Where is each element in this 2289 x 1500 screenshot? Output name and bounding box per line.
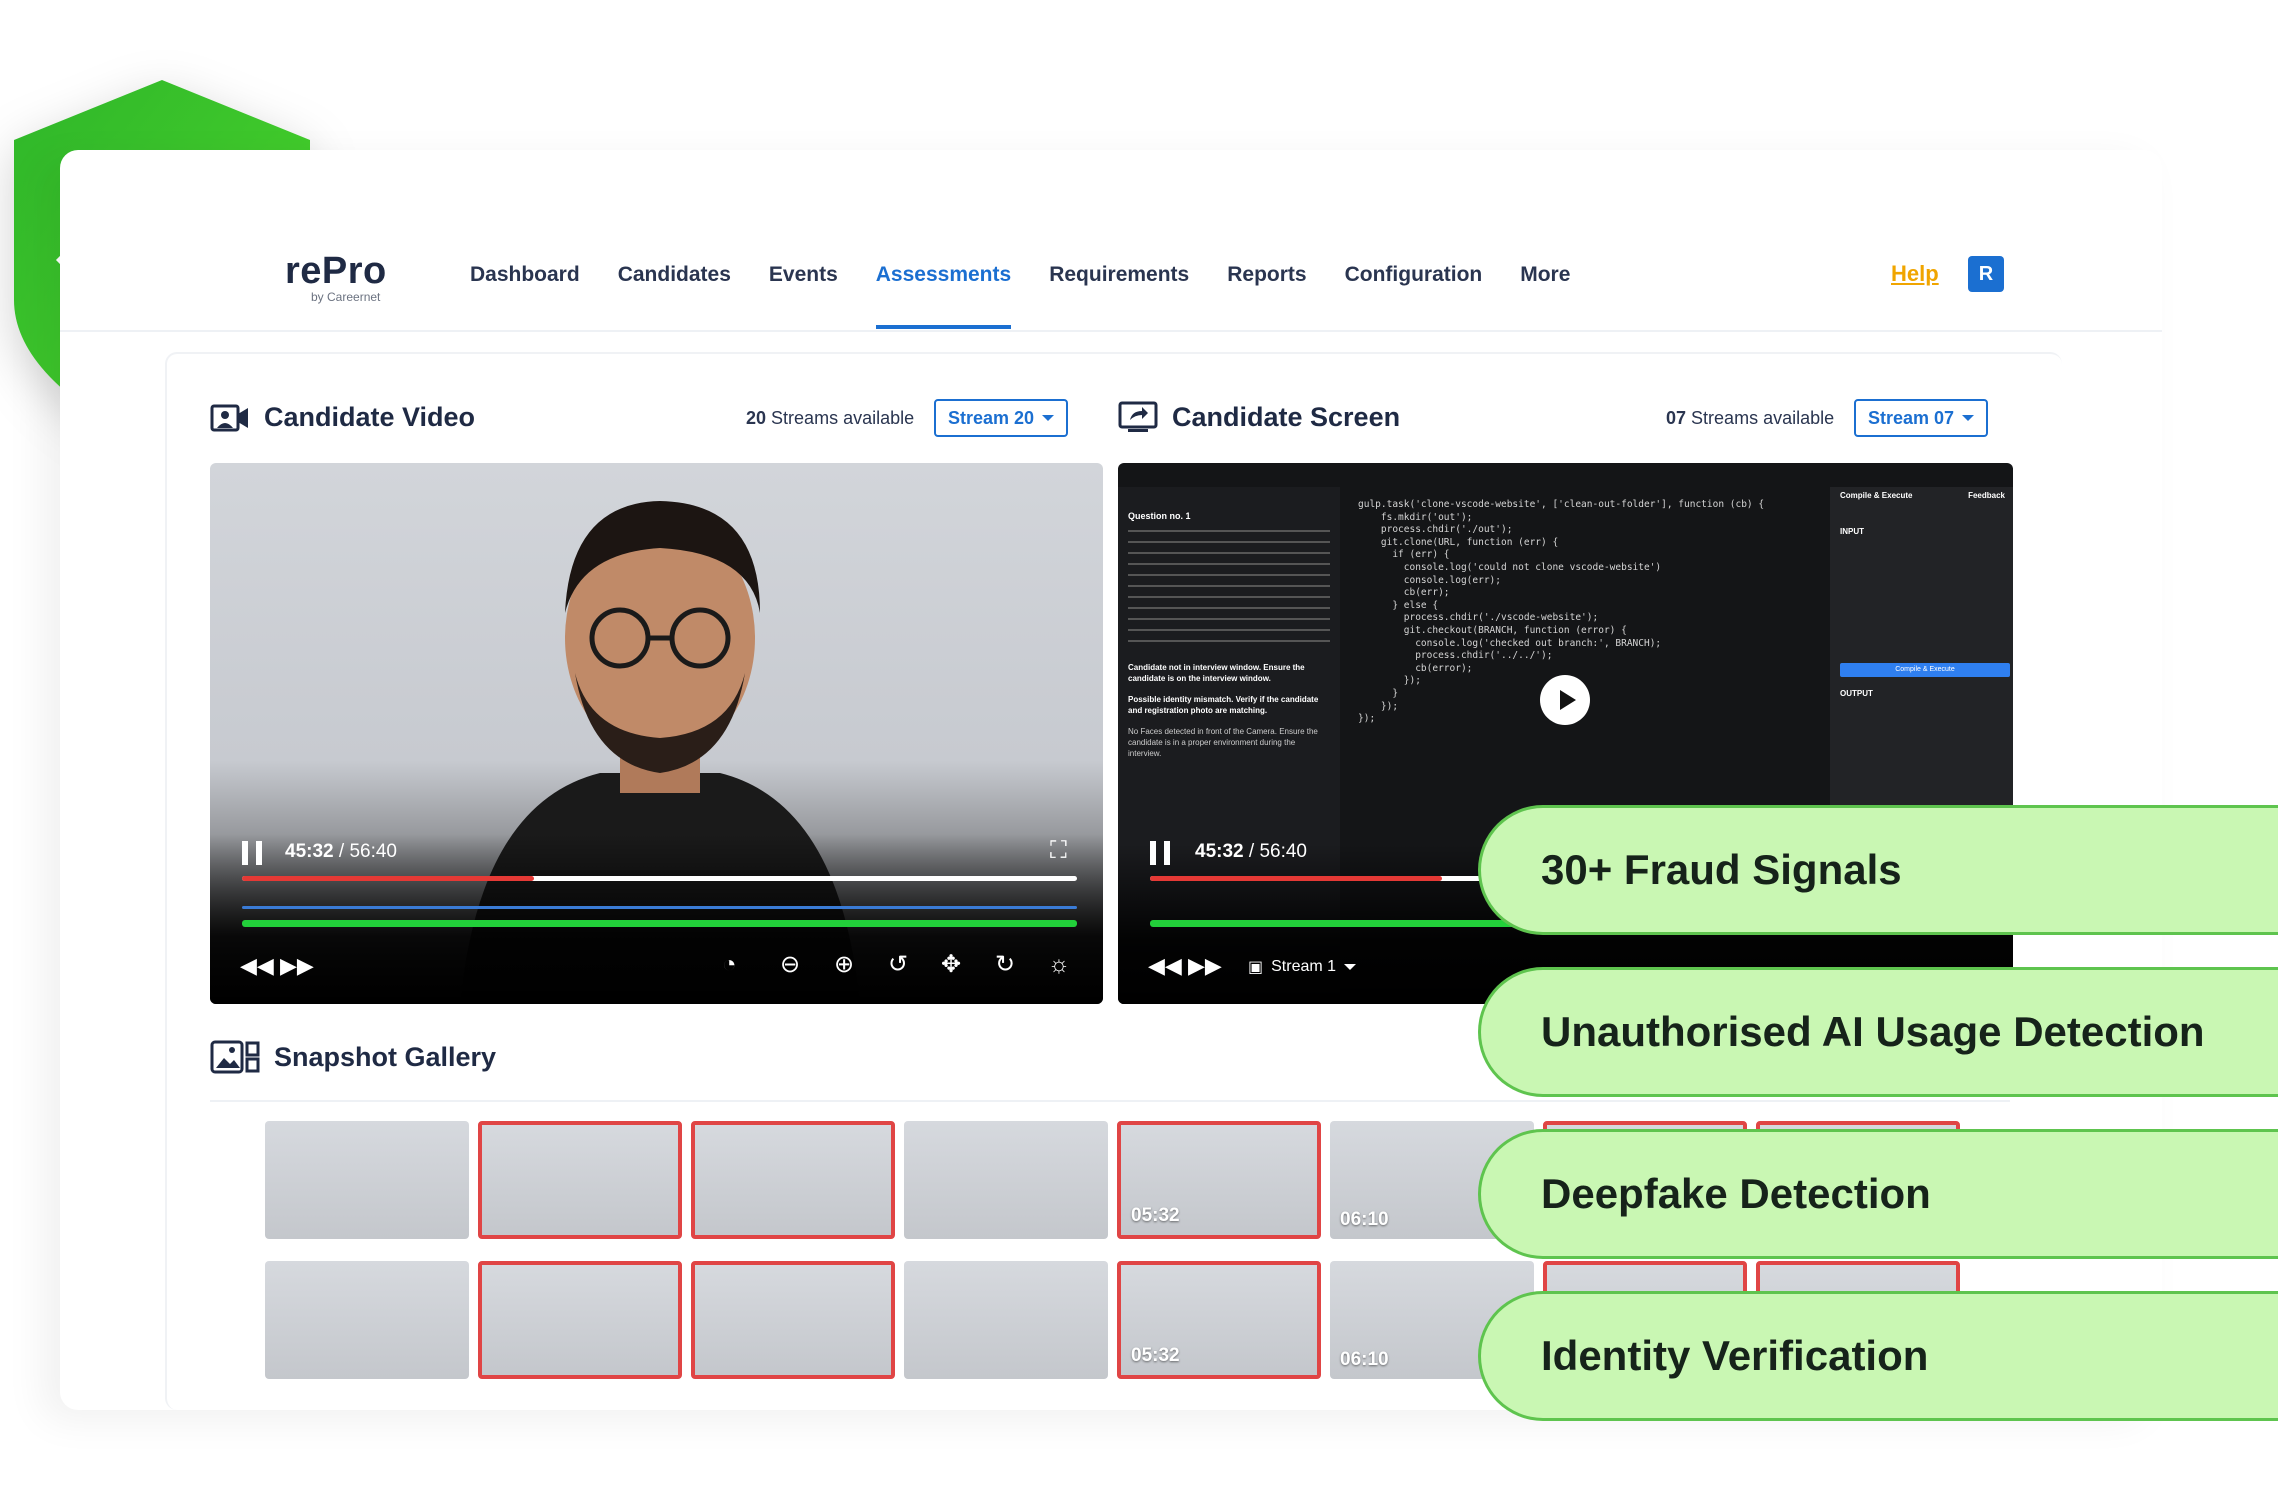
snapshot-gallery-header: Snapshot Gallery xyxy=(210,1040,496,1074)
video-time-total: / 56:40 xyxy=(338,841,397,862)
zoom-out-icon[interactable]: ⊖ xyxy=(780,953,800,977)
activity-timeline[interactable] xyxy=(242,920,1077,927)
screen-streams-count: 07 xyxy=(1666,408,1687,428)
run-panel: Compile & Execute Feedback INPUT Compile… xyxy=(1830,487,2013,827)
snapshot-thumb-flagged[interactable]: 05:32 xyxy=(1117,1261,1321,1379)
gallery-icon xyxy=(210,1040,260,1074)
screen-stream-label: Stream 1 xyxy=(1271,958,1337,975)
snapshot-thumb-flagged[interactable] xyxy=(478,1121,682,1239)
rotate-left-icon[interactable]: ↺ xyxy=(888,953,908,977)
output-label: OUTPUT xyxy=(1840,689,1873,698)
screen-time: 45:32 / 56:40 xyxy=(1195,841,1307,863)
callout-ai-usage: Unauthorised AI Usage Detection xyxy=(1478,967,2278,1097)
callout-identity: Identity Verification xyxy=(1478,1291,2278,1421)
video-stream-select[interactable]: Stream 20 xyxy=(934,399,1069,437)
zoom-in-icon[interactable]: ⊕ xyxy=(834,953,854,977)
snapshot-gallery-title: Snapshot Gallery xyxy=(274,1041,497,1072)
alert-not-in-window: Candidate not in interview window. Ensur… xyxy=(1128,663,1305,683)
candidate-screen-header: Candidate Screen xyxy=(1118,400,1400,434)
fast-forward-icon[interactable]: ▶▶ xyxy=(280,955,314,977)
callout-ai-usage-label: Unauthorised AI Usage Detection xyxy=(1541,1008,2205,1055)
screen-time-total: / 56:40 xyxy=(1248,841,1307,862)
pause-button[interactable] xyxy=(242,841,262,865)
alert-identity-mismatch: Possible identity mismatch. Verify if th… xyxy=(1128,695,1319,715)
move-icon[interactable]: ✥ xyxy=(941,953,961,977)
video-streams-text: Streams available xyxy=(771,408,915,428)
video-time: 45:32 / 56:40 xyxy=(285,841,397,863)
video-streams-available: 20 Streams available xyxy=(746,408,914,429)
top-navigation: rePro by Careernet Dashboard Candidates … xyxy=(60,150,2162,332)
snapshot-thumb[interactable] xyxy=(904,1121,1108,1239)
screen-pause-button[interactable] xyxy=(1150,841,1170,865)
screen-stream-switcher[interactable]: ▣ Stream 1 xyxy=(1248,957,1357,977)
compile-tab[interactable]: Compile & Execute xyxy=(1840,491,1912,500)
brightness-icon[interactable]: ☼ xyxy=(1048,953,1070,977)
screen-rewind-icon[interactable]: ◀◀ xyxy=(1148,955,1182,977)
nav-reports[interactable]: Reports xyxy=(1227,263,1306,329)
snapshot-thumb-flagged[interactable] xyxy=(691,1121,895,1239)
video-time-current: 45:32 xyxy=(285,841,334,862)
snapshot-thumb[interactable] xyxy=(904,1261,1108,1379)
snapshot-thumb[interactable] xyxy=(265,1261,469,1379)
play-button[interactable] xyxy=(1540,675,1590,725)
candidate-screen-title: Candidate Screen xyxy=(1172,401,1401,432)
screen-progress-fill xyxy=(1150,876,1443,881)
snapshot-thumb-flagged[interactable] xyxy=(478,1261,682,1379)
input-label: INPUT xyxy=(1840,527,1864,536)
nav-assessments[interactable]: Assessments xyxy=(875,263,1012,329)
feedback-tab[interactable]: Feedback xyxy=(1968,491,2005,500)
brand-subtitle: by Careernet xyxy=(311,290,381,304)
video-progress-fill xyxy=(242,876,535,881)
help-link[interactable]: Help xyxy=(1891,261,1939,287)
candidate-video-title: Candidate Video xyxy=(264,401,476,432)
callout-deepfake: Deepfake Detection xyxy=(1478,1129,2278,1259)
rewind-icon[interactable]: ◀◀ xyxy=(240,955,274,977)
alert-no-faces: No Faces detected in front of the Camera… xyxy=(1128,727,1318,758)
chevron-down-icon xyxy=(1344,964,1357,970)
chevron-down-icon xyxy=(1962,415,1975,421)
nav-candidates[interactable]: Candidates xyxy=(618,263,731,329)
brand-name: rePro xyxy=(285,250,387,292)
snapshot-thumb-flagged[interactable] xyxy=(691,1261,895,1379)
screen-fast-forward-icon[interactable]: ▶▶ xyxy=(1188,955,1222,977)
stream-icon: ▣ xyxy=(1248,959,1264,976)
snapshot-timestamp: 05:32 xyxy=(1131,1205,1180,1226)
snapshot-timestamp: 06:10 xyxy=(1340,1209,1389,1230)
video-stream-select-label: Stream 20 xyxy=(948,407,1035,428)
screen-stream-select-label: Stream 07 xyxy=(1868,407,1955,428)
compile-execute-button[interactable]: Compile & Execute xyxy=(1840,663,2010,677)
screen-stream-select[interactable]: Stream 07 xyxy=(1854,399,1989,437)
callout-deepfake-label: Deepfake Detection xyxy=(1541,1170,1931,1217)
user-avatar[interactable]: R xyxy=(1968,256,2004,292)
candidate-video-header: Candidate Video xyxy=(210,400,475,434)
snapshot-thumb-flagged[interactable]: 05:32 xyxy=(1117,1121,1321,1239)
playback-speed-icon[interactable]: ◔ xyxy=(722,953,737,977)
snapshot-timestamp: 06:10 xyxy=(1340,1349,1389,1370)
question-title: Question no. 1 xyxy=(1128,511,1191,521)
nav-configuration[interactable]: Configuration xyxy=(1345,263,1483,329)
screen-streams-available: 07 Streams available xyxy=(1666,408,1834,429)
screen-streams-text: Streams available xyxy=(1691,408,1835,428)
question-text xyxy=(1128,530,1330,650)
brand-logo[interactable]: rePro by Careernet xyxy=(285,250,387,304)
nav-dashboard[interactable]: Dashboard xyxy=(470,263,580,329)
nav-more[interactable]: More xyxy=(1520,263,1570,329)
video-camera-icon xyxy=(210,404,248,432)
snapshot-thumb[interactable] xyxy=(265,1121,469,1239)
chevron-down-icon xyxy=(1042,415,1055,421)
fullscreen-icon[interactable]: ⛶ xyxy=(1050,839,1067,863)
nav-requirements[interactable]: Requirements xyxy=(1049,263,1189,329)
screen-share-icon xyxy=(1118,401,1158,432)
nav-events[interactable]: Events xyxy=(769,263,838,329)
rotate-right-icon[interactable]: ↻ xyxy=(995,953,1015,977)
snapshot-timestamp: 05:32 xyxy=(1131,1345,1180,1366)
screen-time-current: 45:32 xyxy=(1195,841,1244,862)
audio-waveform-track xyxy=(242,906,1077,909)
main-nav: Dashboard Candidates Events Assessments … xyxy=(470,263,1608,329)
video-streams-count: 20 xyxy=(746,408,767,428)
callout-identity-label: Identity Verification xyxy=(1541,1332,1929,1379)
callout-fraud-signals-label: 30+ Fraud Signals xyxy=(1541,846,1902,893)
callout-fraud-signals: 30+ Fraud Signals xyxy=(1478,805,2278,935)
candidate-video-player[interactable]: 45:32 / 56:40 ⛶ ◀◀ ▶▶ ◔ ⊖ ⊕ ↺ ✥ ↻ ☼ xyxy=(210,463,1103,1004)
